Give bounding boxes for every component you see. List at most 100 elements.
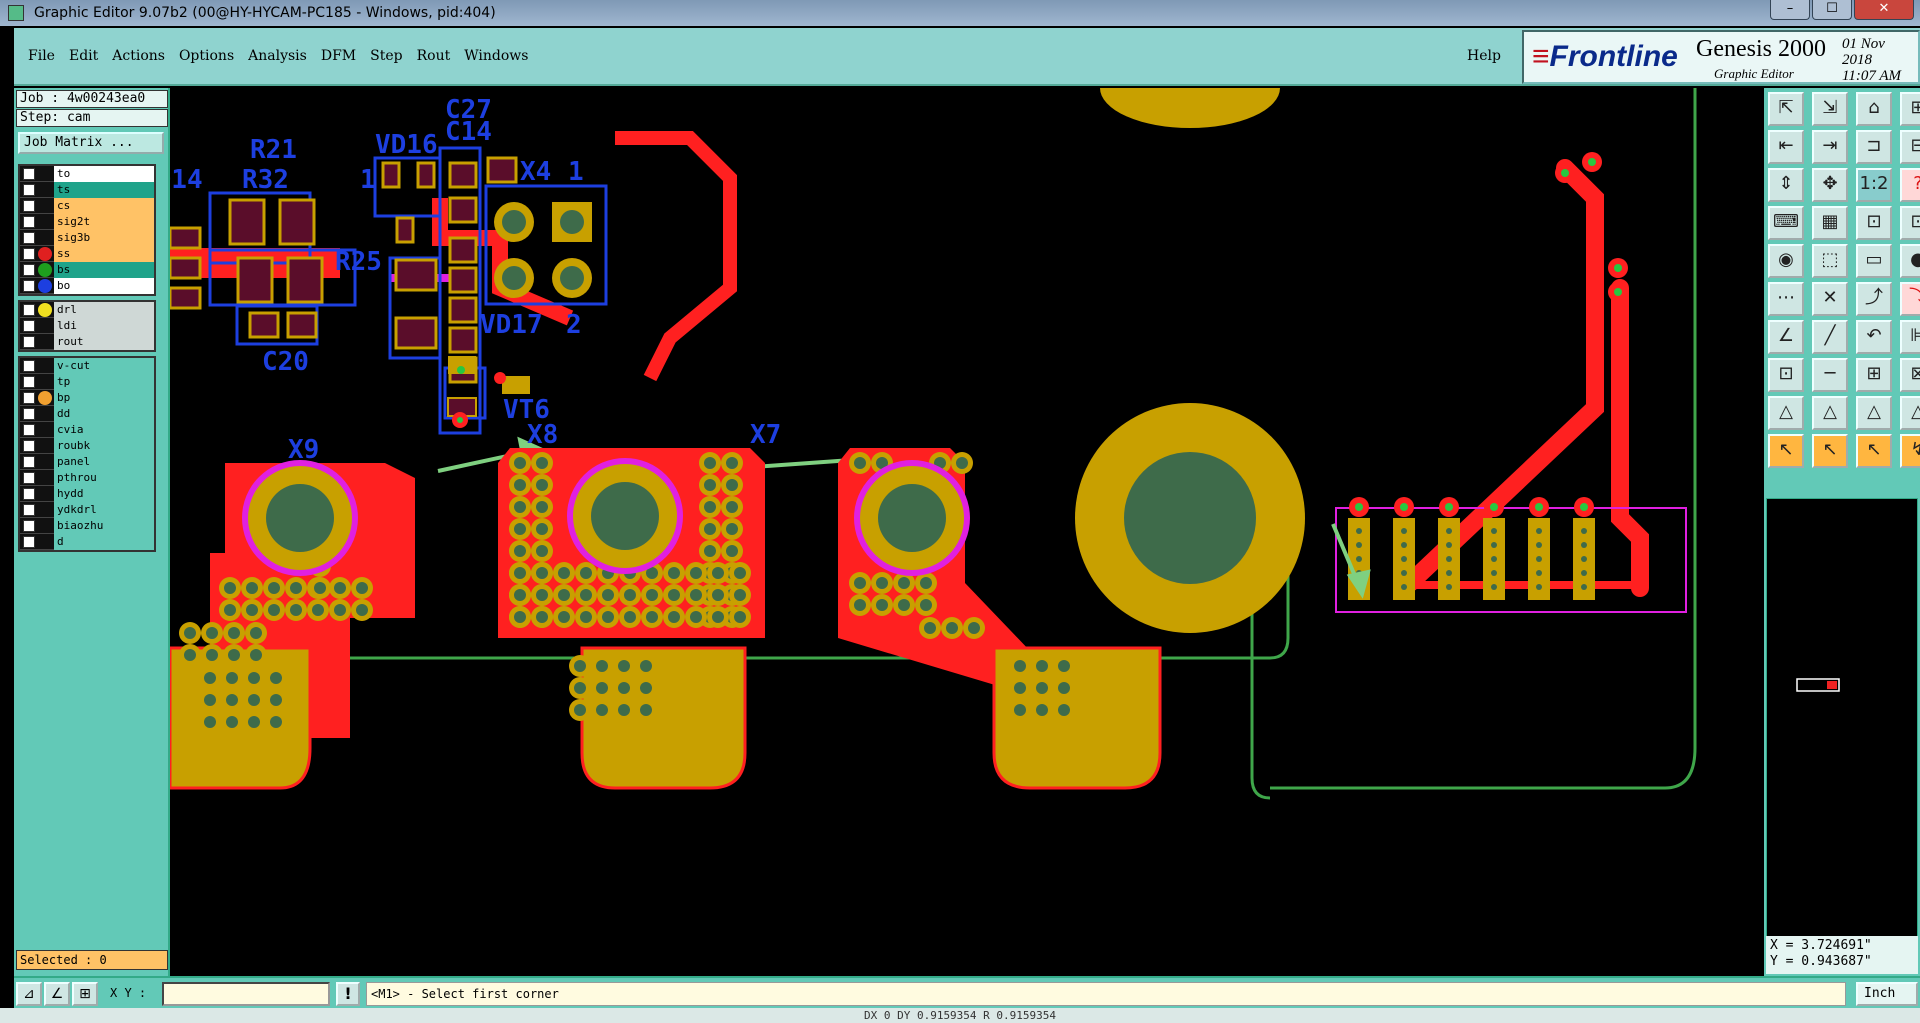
layer-name[interactable]: tp: [54, 373, 154, 390]
tool-button-icon[interactable]: ●: [1900, 244, 1920, 278]
units-selector[interactable]: Inch: [1856, 982, 1918, 1006]
layer-name[interactable]: ts: [54, 181, 154, 198]
layer-name[interactable]: sig2t: [54, 213, 154, 230]
layer-checkbox[interactable]: [23, 319, 35, 332]
overview-window[interactable]: [1766, 498, 1918, 938]
tool-button-icon[interactable]: ⇕: [1768, 168, 1804, 202]
layer-checkbox[interactable]: [23, 215, 35, 228]
layer-checkbox[interactable]: [23, 375, 35, 388]
layer-row-hydd[interactable]: hydd: [20, 485, 154, 502]
layer-row-bo[interactable]: bo: [20, 277, 154, 294]
layer-checkbox[interactable]: [23, 335, 35, 348]
tool-button-icon[interactable]: ✕: [1812, 282, 1848, 316]
tool-button-icon[interactable]: ⊫: [1900, 320, 1920, 354]
layer-checkbox[interactable]: [23, 231, 35, 244]
layer-row-dd[interactable]: dd: [20, 405, 154, 422]
tool-button-icon[interactable]: △: [1856, 396, 1892, 430]
menu-rout[interactable]: Rout: [417, 48, 451, 64]
layer-name[interactable]: biaozhu: [54, 517, 154, 534]
tool-button-icon[interactable]: ⌨: [1768, 206, 1804, 240]
layer-row-cs[interactable]: cs: [20, 197, 154, 214]
execute-button[interactable]: !: [336, 982, 360, 1006]
tool-button-icon[interactable]: ↯: [1900, 434, 1920, 468]
menu-help[interactable]: Help: [1467, 48, 1501, 64]
tool-button-icon[interactable]: ⊞: [1856, 358, 1892, 392]
layer-name[interactable]: d: [54, 533, 154, 550]
layer-checkbox[interactable]: [23, 199, 35, 212]
layer-row-drl[interactable]: drl: [20, 301, 154, 318]
menu-dfm[interactable]: DFM: [321, 48, 356, 64]
layer-row-ldi[interactable]: ldi: [20, 317, 154, 334]
tool-button-icon[interactable]: ↖: [1856, 434, 1892, 468]
layer-checkbox[interactable]: [23, 279, 35, 292]
close-button[interactable]: ✕: [1854, 0, 1914, 20]
layer-name[interactable]: roubk: [54, 437, 154, 454]
tool-button-icon[interactable]: ⤴: [1856, 282, 1892, 316]
tool-button-icon[interactable]: ⇥: [1812, 130, 1848, 164]
tool-button-icon[interactable]: △: [1812, 396, 1848, 430]
layer-checkbox[interactable]: [23, 247, 35, 260]
snap-icon[interactable]: ⊿: [16, 982, 42, 1006]
job-matrix-button[interactable]: Job Matrix ...: [18, 132, 164, 154]
layer-name[interactable]: sig3b: [54, 229, 154, 246]
layer-name[interactable]: ldi: [54, 317, 154, 334]
tool-button-icon[interactable]: ⋯: [1768, 282, 1804, 316]
layer-checkbox[interactable]: [23, 439, 35, 452]
xy-input-box[interactable]: [162, 982, 330, 1006]
tool-button-icon[interactable]: ∠: [1768, 320, 1804, 354]
tool-button-icon[interactable]: ✥: [1812, 168, 1848, 202]
layer-checkbox[interactable]: [23, 359, 35, 372]
tool-button-icon[interactable]: 1:2: [1856, 168, 1892, 202]
tool-button-icon[interactable]: ⊠: [1900, 358, 1920, 392]
layer-checkbox[interactable]: [23, 503, 35, 516]
layer-name[interactable]: bp: [54, 389, 154, 406]
layer-name[interactable]: panel: [54, 453, 154, 470]
layer-name[interactable]: drl: [54, 301, 154, 318]
layer-row-ts[interactable]: ts: [20, 181, 154, 198]
layer-row-d[interactable]: d: [20, 533, 154, 550]
layer-checkbox[interactable]: [23, 407, 35, 420]
grid-icon[interactable]: ⊞: [72, 982, 98, 1006]
layer-name[interactable]: ydkdrl: [54, 501, 154, 518]
layer-row-bs[interactable]: bs: [20, 261, 154, 278]
tool-button-icon[interactable]: ?: [1900, 168, 1920, 202]
tool-button-icon[interactable]: ◉: [1768, 244, 1804, 278]
tool-button-icon[interactable]: ⇲: [1812, 92, 1848, 126]
layer-checkbox[interactable]: [23, 487, 35, 500]
angle-icon[interactable]: ∠: [44, 982, 70, 1006]
layer-row-rout[interactable]: rout: [20, 333, 154, 350]
menu-edit[interactable]: Edit: [69, 48, 98, 64]
layer-name[interactable]: ss: [54, 245, 154, 262]
layer-row-sig3b[interactable]: sig3b: [20, 229, 154, 246]
tool-button-icon[interactable]: ⬚: [1812, 244, 1848, 278]
tool-button-icon[interactable]: ▭: [1856, 244, 1892, 278]
tool-button-icon[interactable]: ⇤: [1768, 130, 1804, 164]
tool-button-icon[interactable]: ⊡: [1856, 206, 1892, 240]
tool-button-icon[interactable]: ⊟: [1900, 130, 1920, 164]
tool-button-icon[interactable]: △: [1768, 396, 1804, 430]
layer-name[interactable]: pthrou: [54, 469, 154, 486]
layer-name[interactable]: v-cut: [54, 357, 154, 374]
layer-name[interactable]: dd: [54, 405, 154, 422]
xy-input[interactable]: [164, 984, 328, 1004]
layer-checkbox[interactable]: [23, 263, 35, 276]
menu-file[interactable]: File: [28, 48, 55, 64]
menu-actions[interactable]: Actions: [112, 48, 165, 64]
layer-name[interactable]: rout: [54, 333, 154, 350]
layer-row-bp[interactable]: bp: [20, 389, 154, 406]
tool-button-icon[interactable]: ⊡: [1900, 206, 1920, 240]
layer-row-pthrou[interactable]: pthrou: [20, 469, 154, 486]
layer-row-roubk[interactable]: roubk: [20, 437, 154, 454]
minimize-button[interactable]: –: [1770, 0, 1810, 20]
layer-row-to[interactable]: to: [20, 165, 154, 182]
layer-checkbox[interactable]: [23, 535, 35, 548]
tool-button-icon[interactable]: ╱: [1812, 320, 1848, 354]
tool-button-icon[interactable]: ⊞: [1900, 92, 1920, 126]
layer-row-ydkdrl[interactable]: ydkdrl: [20, 501, 154, 518]
layer-checkbox[interactable]: [23, 471, 35, 484]
layer-checkbox[interactable]: [23, 519, 35, 532]
layer-name[interactable]: to: [54, 165, 154, 182]
layer-row-sig2t[interactable]: sig2t: [20, 213, 154, 230]
tool-button-icon[interactable]: ⇱: [1768, 92, 1804, 126]
layer-row-ss[interactable]: ss: [20, 245, 154, 262]
